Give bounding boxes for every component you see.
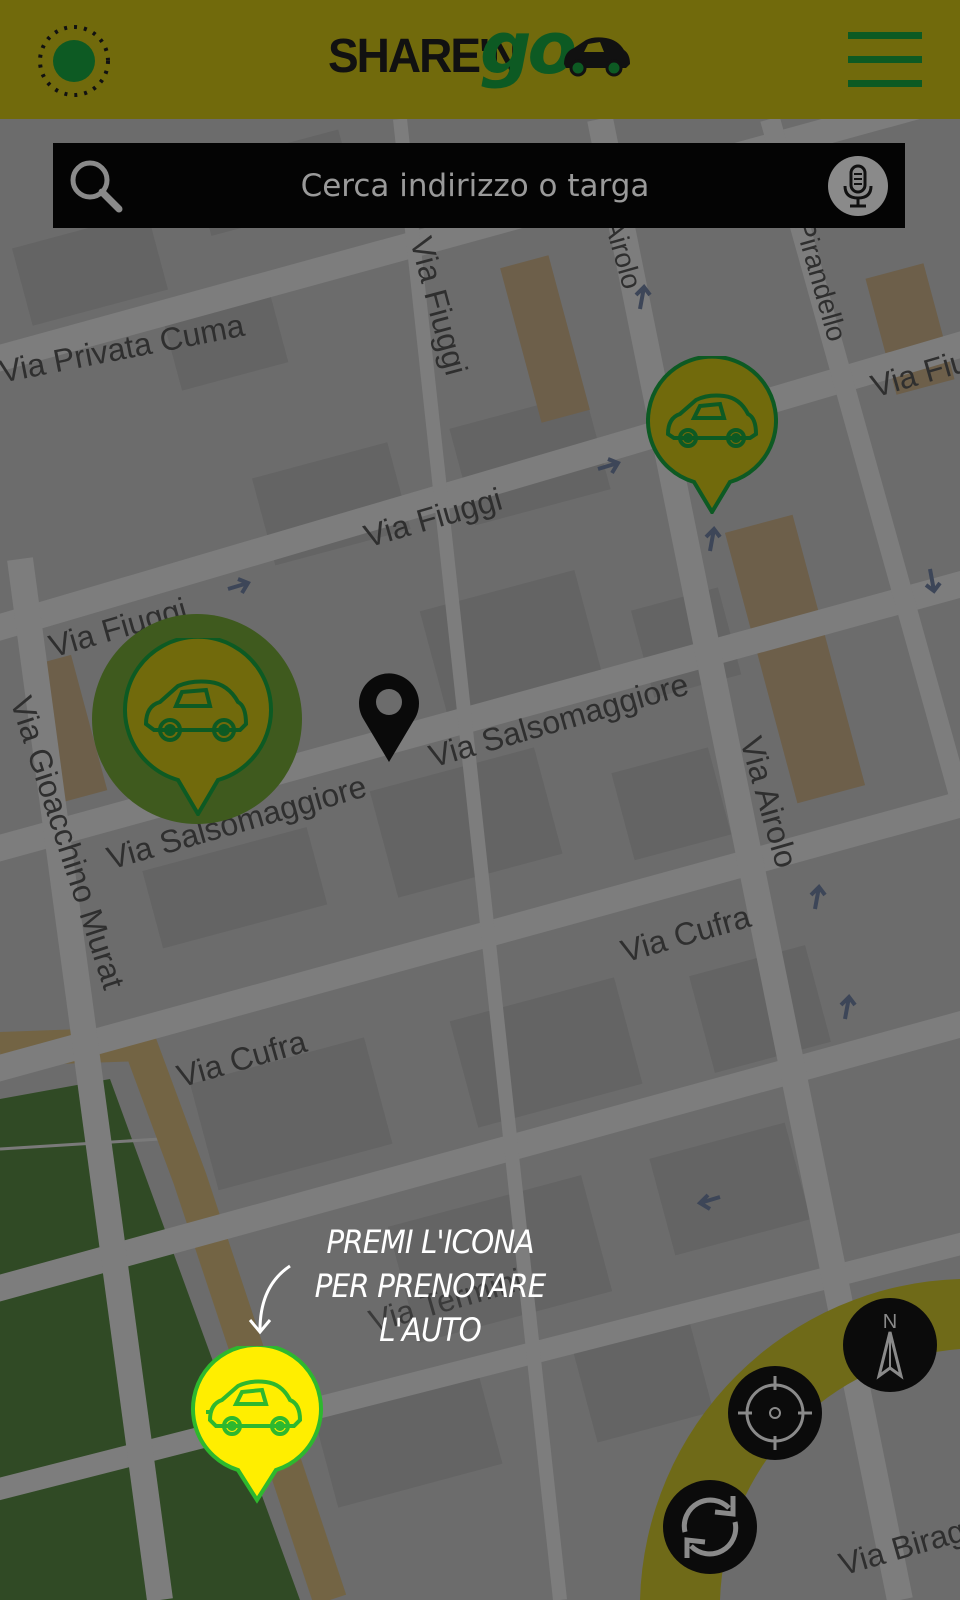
- booking-tip: PREMI L'ICONA PER PRENOTARE L'AUTO: [292, 1220, 568, 1352]
- locate-me-button[interactable]: [728, 1366, 822, 1460]
- refresh-icon: [681, 1496, 739, 1558]
- car-pin-icon[interactable]: [646, 356, 778, 514]
- car-pin-icon[interactable]: [190, 1346, 324, 1504]
- crosshair-icon: [738, 1376, 812, 1450]
- app-logo: SHARE'N go: [328, 6, 640, 100]
- hamburger-menu-icon[interactable]: [848, 32, 922, 88]
- search-input[interactable]: [173, 151, 777, 221]
- refresh-button[interactable]: [663, 1480, 757, 1574]
- compass-n-label: N: [883, 1311, 897, 1333]
- compass-icon: N: [876, 1311, 904, 1380]
- tip-arrow-icon: [248, 1264, 291, 1335]
- location-pin-icon: [359, 673, 419, 762]
- search-icon[interactable]: [67, 157, 125, 215]
- tip-line-1: PREMI L'ICONA: [326, 1223, 534, 1261]
- car-pin-icon[interactable]: [122, 638, 274, 816]
- tip-line-3: L'AUTO: [379, 1311, 482, 1349]
- logo-car-icon: [564, 37, 630, 77]
- search-bar: [53, 143, 905, 228]
- status-indicator-icon[interactable]: [37, 24, 111, 98]
- tip-line-2: PER PRENOTARE: [314, 1267, 547, 1305]
- compass-button[interactable]: N: [843, 1298, 937, 1392]
- app-header: SHARE'N go: [0, 0, 960, 119]
- microphone-icon[interactable]: [828, 156, 888, 216]
